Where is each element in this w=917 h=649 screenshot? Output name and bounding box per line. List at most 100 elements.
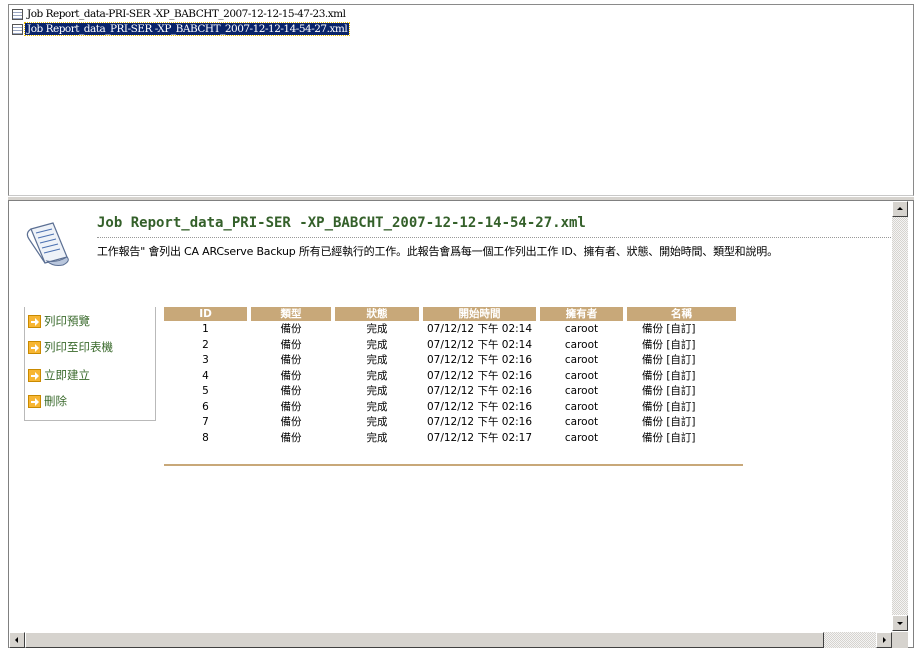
scroll-right-button[interactable] xyxy=(876,632,892,648)
action-menu: 列印預覽 列印至印表機 立即建立 刪除 xyxy=(24,307,156,421)
table-row: 6 備份 完成 07/12/12 下午 02:16 caroot 備份 [自訂] xyxy=(164,400,743,415)
cell-type: 備份 xyxy=(280,385,302,397)
cell-owner: caroot xyxy=(564,431,599,444)
action-label: 列印至印表機 xyxy=(44,340,113,354)
cell-start-time: 07/12/12 下午 02:16 xyxy=(426,369,533,382)
cell-start-time: 07/12/12 下午 02:16 xyxy=(426,400,533,413)
cell-id: 7 xyxy=(202,416,209,428)
cell-status: 完成 xyxy=(366,400,388,413)
cell-owner: caroot xyxy=(564,369,599,382)
report-document-icon xyxy=(26,222,69,266)
cell-start-time: 07/12/12 下午 02:14 xyxy=(426,338,533,351)
print-preview-button[interactable]: 列印預覽 xyxy=(25,309,156,333)
scrollbar-corner xyxy=(892,632,908,648)
table-row: 7 備份 完成 07/12/12 下午 02:16 caroot 備份 [自訂] xyxy=(164,415,743,430)
cell-start-time: 07/12/12 下午 02:16 xyxy=(426,416,533,428)
table-bottom-border xyxy=(164,464,743,466)
column-header-start-time: 開始時間 xyxy=(423,307,536,321)
cell-type: 備份 xyxy=(280,369,302,382)
file-list-item-selected[interactable]: Job Report_data_PRI-SER -XP_BABCHT_2007-… xyxy=(12,22,351,36)
cell-type: 備份 xyxy=(280,431,302,444)
cell-type: 備份 xyxy=(280,400,302,413)
action-label: 立即建立 xyxy=(44,368,90,382)
cell-status: 完成 xyxy=(366,338,388,351)
horizontal-scroll-thumb[interactable] xyxy=(25,632,824,648)
cell-status: 完成 xyxy=(366,354,388,366)
cell-id: 8 xyxy=(202,431,209,444)
cell-status: 完成 xyxy=(366,323,388,335)
table-row: 4 備份 完成 07/12/12 下午 02:16 caroot 備份 [自訂] xyxy=(164,369,743,384)
arrow-right-icon xyxy=(28,314,41,328)
file-name: Job Report_data_PRI-SER -XP_BABCHT_2007-… xyxy=(23,22,351,36)
cell-status: 完成 xyxy=(366,369,388,382)
cell-name: 備份 [自訂] xyxy=(642,416,696,428)
column-header-status: 狀態 xyxy=(335,307,419,321)
table-row: 5 備份 完成 07/12/12 下午 02:16 caroot 備份 [自訂] xyxy=(164,384,743,399)
document-icon xyxy=(12,23,23,35)
file-list-item[interactable]: Job Report_data-PRI-SER -XP_BABCHT_2007-… xyxy=(12,7,347,21)
scroll-up-button[interactable] xyxy=(892,201,908,217)
column-header-name: 名稱 xyxy=(627,307,736,321)
cell-start-time: 07/12/12 下午 02:17 xyxy=(426,431,533,444)
cell-start-time: 07/12/12 下午 02:16 xyxy=(426,354,533,366)
cell-owner: caroot xyxy=(564,338,599,351)
cell-status: 完成 xyxy=(366,385,388,397)
arrow-up-icon xyxy=(897,207,903,210)
cell-status: 完成 xyxy=(366,431,388,444)
column-header-owner: 擁有者 xyxy=(540,307,623,321)
cell-start-time: 07/12/12 下午 02:14 xyxy=(426,323,533,335)
table-header-row: ID 類型 狀態 開始時間 擁有者 名稱 xyxy=(164,307,743,321)
report-title: Job Report_data_PRI-SER -XP_BABCHT_2007-… xyxy=(97,215,586,231)
column-header-id: ID xyxy=(164,307,247,321)
report-pane: Job Report_data_PRI-SER -XP_BABCHT_2007-… xyxy=(8,201,914,648)
cell-type: 備份 xyxy=(280,354,302,366)
arrow-right-icon xyxy=(28,340,41,354)
cell-name: 備份 [自訂] xyxy=(642,323,696,335)
cell-id: 3 xyxy=(202,354,209,366)
vertical-scrollbar[interactable] xyxy=(892,201,908,631)
document-icon xyxy=(12,8,23,20)
cell-name: 備份 [自訂] xyxy=(642,369,696,382)
cell-owner: caroot xyxy=(564,416,599,428)
cell-name: 備份 [自訂] xyxy=(642,338,696,351)
scroll-left-button[interactable] xyxy=(9,632,25,648)
column-header-type: 類型 xyxy=(251,307,331,321)
cell-name: 備份 [自訂] xyxy=(642,354,696,366)
cell-owner: caroot xyxy=(564,354,599,366)
create-now-button[interactable]: 立即建立 xyxy=(25,363,156,387)
arrow-right-icon xyxy=(883,637,886,643)
cell-type: 備份 xyxy=(280,338,302,351)
table-row: 3 備份 完成 07/12/12 下午 02:16 caroot 備份 [自訂] xyxy=(164,353,743,368)
delete-button[interactable]: 刪除 xyxy=(25,389,156,413)
cell-id: 5 xyxy=(202,385,209,397)
report-description: 工作報告" 會列出 CA ARCserve Backup 所有已經執行的工作。此… xyxy=(97,245,778,258)
scroll-down-button[interactable] xyxy=(892,615,908,631)
cell-owner: caroot xyxy=(564,400,599,413)
cell-name: 備份 [自訂] xyxy=(642,385,696,397)
arrow-right-icon xyxy=(28,368,41,382)
table-row: 8 備份 完成 07/12/12 下午 02:17 caroot 備份 [自訂] xyxy=(164,431,743,446)
cell-id: 6 xyxy=(202,400,209,413)
cell-status: 完成 xyxy=(366,416,388,428)
arrow-right-icon xyxy=(28,394,41,408)
print-to-printer-button[interactable]: 列印至印表機 xyxy=(25,335,156,359)
cell-id: 4 xyxy=(202,369,209,382)
horizontal-scrollbar[interactable] xyxy=(9,632,892,648)
cell-name: 備份 [自訂] xyxy=(642,431,696,444)
action-label: 列印預覽 xyxy=(44,314,90,328)
cell-owner: caroot xyxy=(564,385,599,397)
arrow-down-icon xyxy=(897,622,903,625)
cell-start-time: 07/12/12 下午 02:16 xyxy=(426,385,533,397)
cell-type: 備份 xyxy=(280,416,302,428)
action-label: 刪除 xyxy=(44,394,67,408)
arrow-left-icon xyxy=(15,637,18,643)
cell-owner: caroot xyxy=(564,323,599,335)
cell-type: 備份 xyxy=(280,323,302,335)
table-row: 2 備份 完成 07/12/12 下午 02:14 caroot 備份 [自訂] xyxy=(164,338,743,353)
file-list-pane[interactable]: Job Report_data-PRI-SER -XP_BABCHT_2007-… xyxy=(8,4,914,196)
cell-name: 備份 [自訂] xyxy=(642,400,696,413)
cell-id: 2 xyxy=(202,338,209,351)
file-name: Job Report_data-PRI-SER -XP_BABCHT_2007-… xyxy=(27,8,346,20)
cell-id: 1 xyxy=(202,323,209,335)
table-row: 1 備份 完成 07/12/12 下午 02:14 caroot 備份 [自訂] xyxy=(164,322,743,337)
